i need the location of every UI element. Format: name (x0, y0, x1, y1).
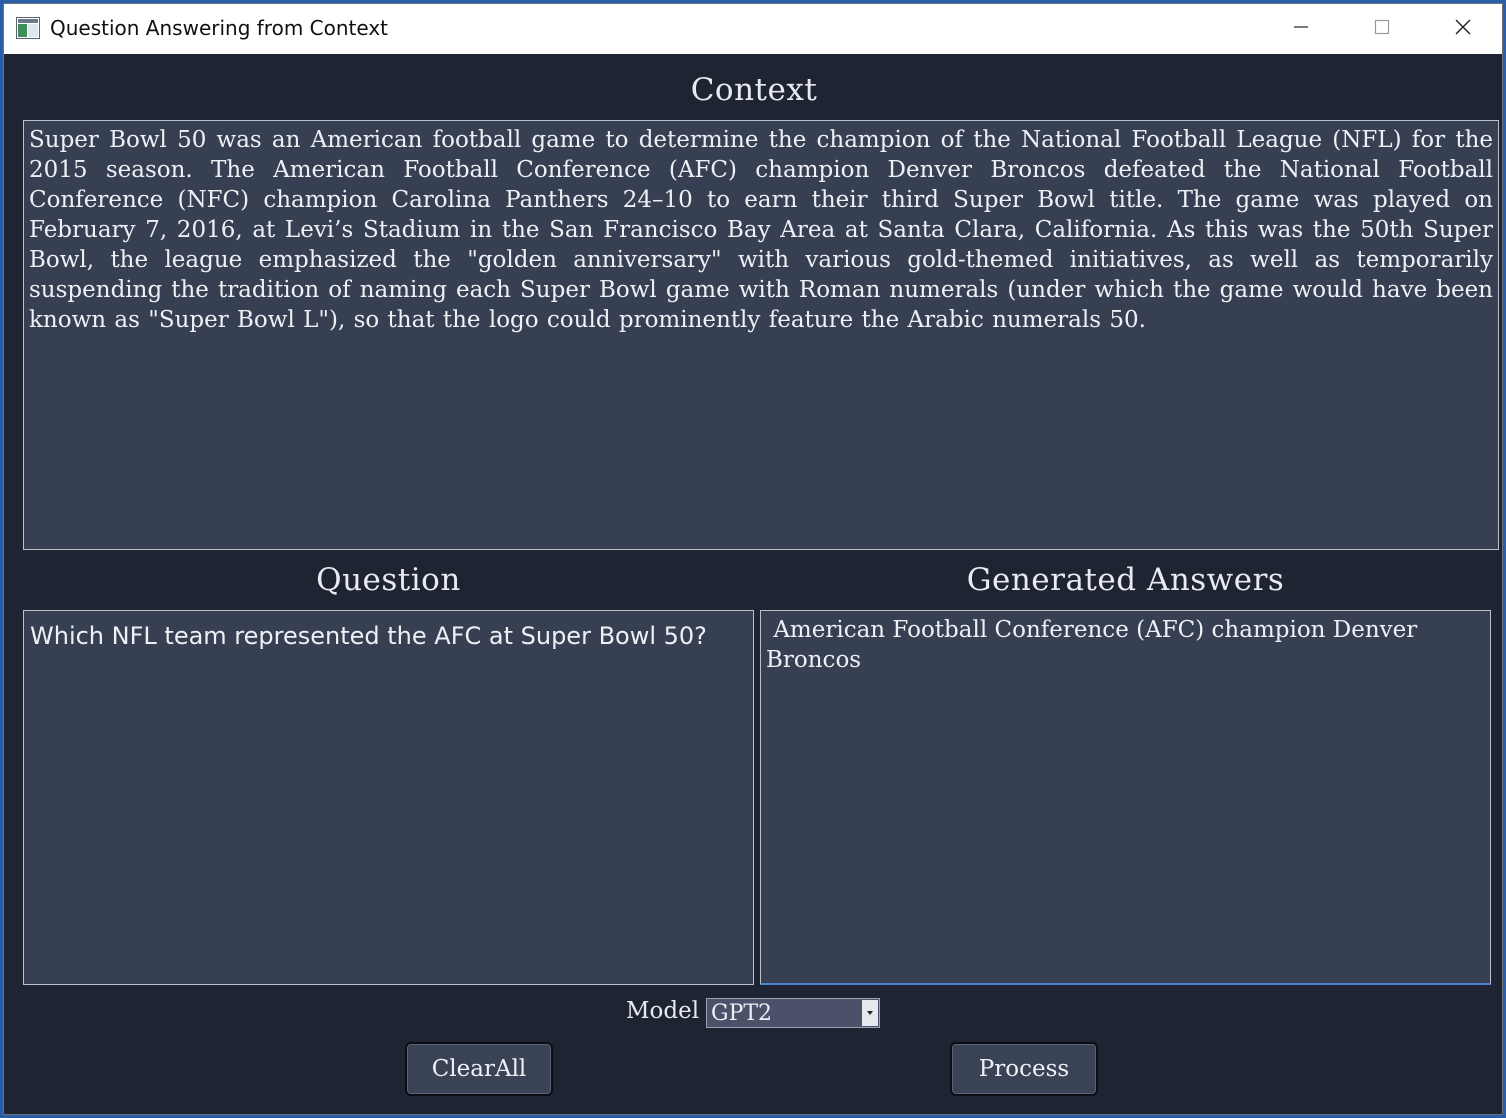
window-title: Question Answering from Context (50, 16, 389, 40)
app-window: Question Answering from Context Context … (3, 3, 1503, 1115)
context-textarea[interactable]: Super Bowl 50 was an American football g… (23, 120, 1499, 550)
minimize-button[interactable] (1261, 4, 1341, 54)
question-heading: Question (316, 562, 461, 598)
minimize-icon (1293, 19, 1309, 40)
close-button[interactable] (1423, 4, 1502, 54)
question-textarea[interactable]: Which NFL team represented the AFC at Su… (23, 610, 754, 985)
answers-textarea[interactable]: American Football Conference (AFC) champ… (760, 610, 1491, 985)
context-heading: Context (690, 72, 818, 108)
close-icon (1454, 18, 1472, 41)
maximize-button[interactable] (1342, 4, 1422, 54)
answers-heading: Generated Answers (966, 562, 1285, 598)
title-bar[interactable]: Question Answering from Context (4, 4, 1502, 54)
maximize-icon (1374, 19, 1390, 40)
app-window-icon (16, 17, 40, 39)
model-label: Model (626, 998, 700, 1024)
model-selected-value: GPT2 (711, 1000, 773, 1026)
model-select[interactable]: GPT2 (706, 998, 880, 1028)
process-button[interactable]: Process (950, 1042, 1098, 1096)
chevron-down-icon[interactable] (862, 1000, 878, 1026)
clear-all-button[interactable]: ClearAll (405, 1042, 553, 1096)
